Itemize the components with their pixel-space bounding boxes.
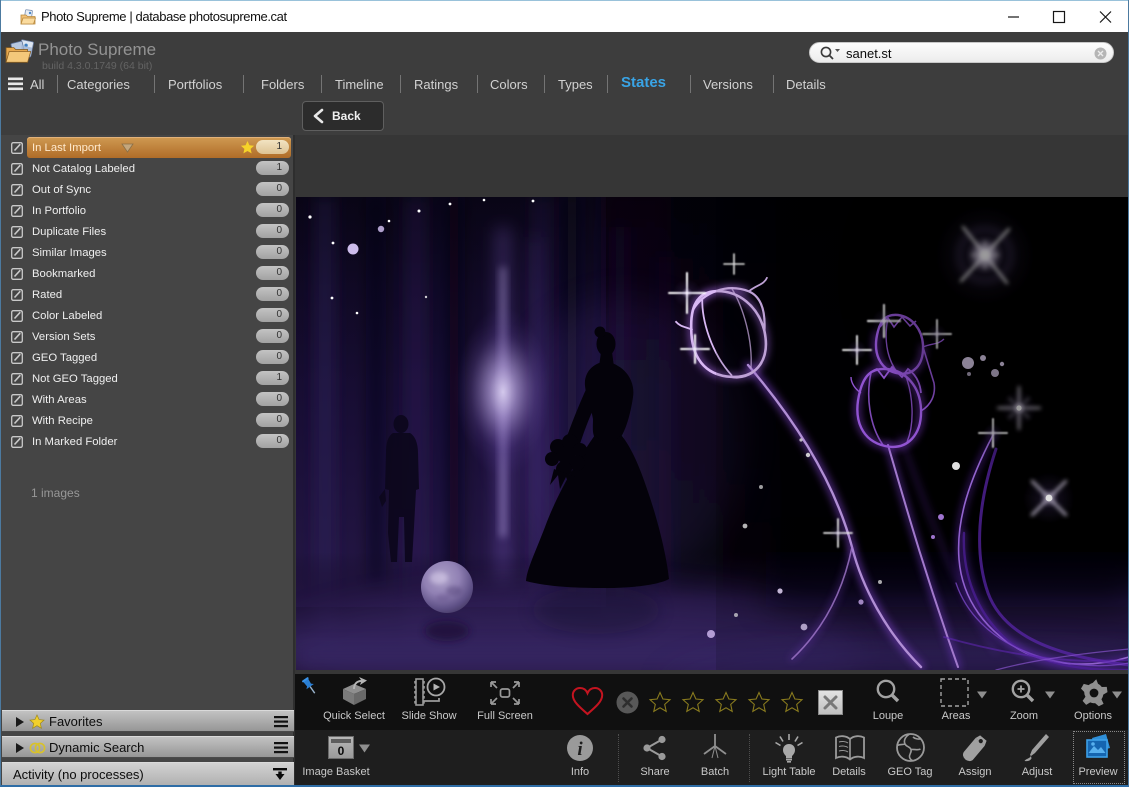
svg-text:i: i: [577, 739, 583, 760]
